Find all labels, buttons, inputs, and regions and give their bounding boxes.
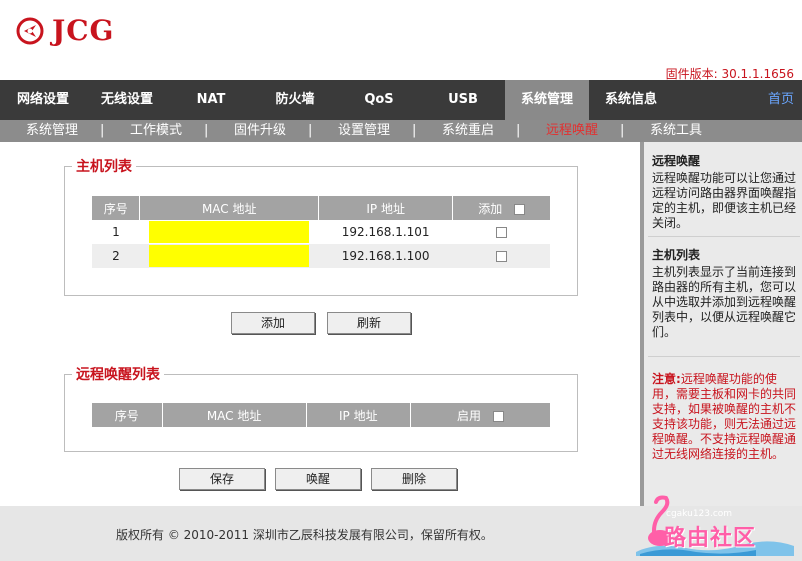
subnav-item-remote-wake[interactable]: 远程唤醒 xyxy=(546,120,598,142)
subnav-item-system-tools[interactable]: 系统工具 xyxy=(650,120,702,142)
subnav-item-work-mode[interactable]: 工作模式 xyxy=(130,120,182,142)
col-ip: IP 地址 xyxy=(318,196,454,220)
col-enable-label: 启用 xyxy=(457,408,482,423)
help-remote-wake-text: 远程唤醒功能可以让您通过远程访问路由器界面唤醒指定的主机，即便该主机已经关闭。 xyxy=(652,171,797,230)
subnav-separator: | xyxy=(620,123,625,138)
help-host-list-title: 主机列表 xyxy=(652,248,701,262)
help-host-list-text: 主机列表显示了当前连接到路由器的所有主机，您可以从中选取并添加到远程唤醒列表中，… xyxy=(652,265,797,339)
help-sidebar: 远程唤醒 远程唤醒功能可以让您通过远程访问路由器界面唤醒指定的主机，即便该主机已… xyxy=(640,142,802,506)
col-ip: IP 地址 xyxy=(306,403,411,427)
col-mac: MAC 地址 xyxy=(139,196,320,220)
nav-item-system-management[interactable]: 系统管理 xyxy=(505,80,589,120)
enable-all-checkbox[interactable] xyxy=(492,410,504,422)
host-list-legend: 主机列表 xyxy=(72,156,136,176)
copyright: 版权所有 © 2010-2011 深圳市乙辰科技发展有限公司，保留所有权。 xyxy=(116,528,493,542)
subnav-item-system-reboot[interactable]: 系统重启 xyxy=(442,120,494,142)
help-remote-wake-title: 远程唤醒 xyxy=(652,154,701,168)
subnav-item-system-management[interactable]: 系统管理 xyxy=(26,120,78,142)
col-add-label: 添加 xyxy=(478,201,503,216)
sidebar-divider xyxy=(648,236,800,237)
nav-item-wireless[interactable]: 无线设置 xyxy=(92,80,162,120)
col-mac: MAC 地址 xyxy=(162,403,307,427)
row-add-checkbox[interactable] xyxy=(495,227,507,238)
subnav-separator: | xyxy=(308,123,313,138)
nav-item-system-info[interactable]: 系统信息 xyxy=(596,80,666,120)
help-host-list: 主机列表 主机列表显示了当前连接到路由器的所有主机，您可以从中选取并添加到远程唤… xyxy=(652,248,800,340)
row-ip: 192.168.1.100 xyxy=(318,244,453,268)
row-ip: 192.168.1.101 xyxy=(318,220,453,244)
logo-mark-icon xyxy=(16,17,44,44)
row-add-checkbox[interactable] xyxy=(495,251,507,262)
wake-list-header-row: 序号 MAC 地址 IP 地址 启用 xyxy=(92,403,550,427)
main-content: 主机列表 序号 MAC 地址 IP 地址 添加 1 192.168.1.101 … xyxy=(0,142,640,506)
brand-logo: JCG xyxy=(16,14,114,47)
row-mac xyxy=(139,220,319,244)
col-index: 序号 xyxy=(92,196,141,220)
watermark: cgaku123.com 路由社区 xyxy=(626,495,796,556)
mac-redaction xyxy=(149,221,310,243)
header: JCG 固件版本: 30.1.1.1656 xyxy=(0,0,802,81)
wake-list-legend: 远程唤醒列表 xyxy=(72,364,164,384)
row-index: 1 xyxy=(92,220,140,244)
subnav-separator: | xyxy=(100,123,105,138)
delete-button[interactable]: 删除 xyxy=(371,468,457,490)
row-index: 2 xyxy=(92,244,140,268)
help-note-label: 注意: xyxy=(652,372,681,386)
table-row: 2 192.168.1.100 xyxy=(92,244,550,268)
wake-button[interactable]: 唤醒 xyxy=(275,468,361,490)
nav-item-qos[interactable]: QoS xyxy=(344,80,414,120)
footer: 版权所有 © 2010-2011 深圳市乙辰科技发展有限公司，保留所有权。 cg… xyxy=(0,495,802,561)
subnav-item-firmware-upgrade[interactable]: 固件升级 xyxy=(234,120,286,142)
mac-redaction xyxy=(149,245,310,267)
help-note: 注意:远程唤醒功能的使用，需要主板和网卡的共同支持，如果被唤醒的主机不支持该功能… xyxy=(652,372,800,462)
wake-list-table: 序号 MAC 地址 IP 地址 启用 xyxy=(92,403,550,427)
nav-item-usb[interactable]: USB xyxy=(428,80,498,120)
subnav-separator: | xyxy=(412,123,417,138)
save-button[interactable]: 保存 xyxy=(179,468,265,490)
nav-item-network[interactable]: 网络设置 xyxy=(8,80,78,120)
subnav-separator: | xyxy=(516,123,521,138)
subnav-item-settings-management[interactable]: 设置管理 xyxy=(338,120,390,142)
refresh-button[interactable]: 刷新 xyxy=(327,312,411,334)
nav-item-firewall[interactable]: 防火墙 xyxy=(260,80,330,120)
watermark-url: cgaku123.com xyxy=(666,509,733,519)
col-enable: 启用 xyxy=(410,403,550,427)
col-add: 添加 xyxy=(452,196,550,220)
help-remote-wake: 远程唤醒 远程唤醒功能可以让您通过远程访问路由器界面唤醒指定的主机，即便该主机已… xyxy=(652,154,800,231)
add-button[interactable]: 添加 xyxy=(231,312,315,334)
table-row: 1 192.168.1.101 xyxy=(92,220,550,244)
nav-item-nat[interactable]: NAT xyxy=(176,80,246,120)
col-index: 序号 xyxy=(92,403,163,427)
host-list-header-row: 序号 MAC 地址 IP 地址 添加 xyxy=(92,196,550,220)
main-nav: 网络设置 无线设置 NAT 防火墙 QoS USB 系统管理 系统信息 首页 xyxy=(0,80,802,120)
watermark-text: 路由社区 xyxy=(664,526,757,551)
sub-nav: 系统管理 | 工作模式 | 固件升级 | 设置管理 | 系统重启 | 远程唤醒 … xyxy=(0,120,802,142)
row-add xyxy=(452,244,550,268)
host-list-table: 序号 MAC 地址 IP 地址 添加 1 192.168.1.101 2 192… xyxy=(92,196,550,268)
row-add xyxy=(452,220,550,244)
row-mac xyxy=(139,244,319,268)
home-link[interactable]: 首页 xyxy=(768,80,794,120)
sidebar-divider xyxy=(648,356,800,357)
subnav-separator: | xyxy=(204,123,209,138)
brand-name: JCG xyxy=(52,14,115,47)
select-all-checkbox[interactable] xyxy=(514,203,526,215)
